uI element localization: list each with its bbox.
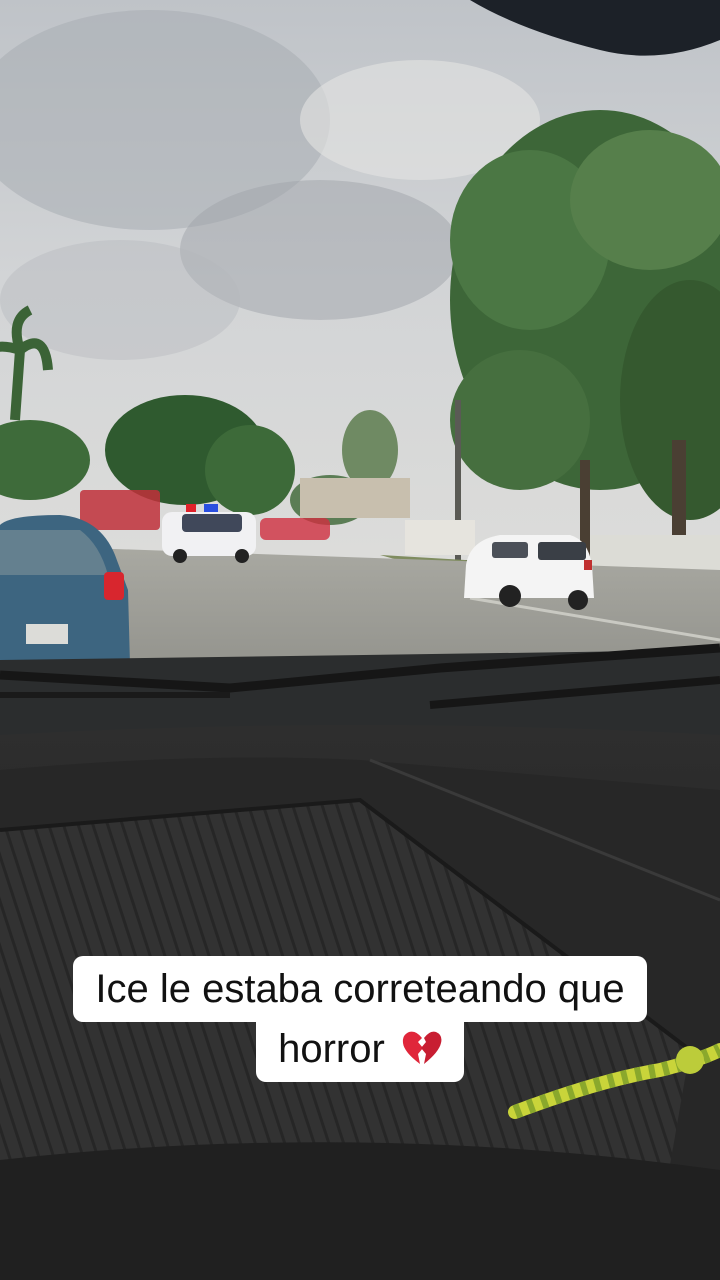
caption-line-2: horror xyxy=(256,1019,464,1082)
video-caption: Ice le estaba correteando que horror xyxy=(0,956,720,1082)
video-frame-scene xyxy=(0,0,720,1280)
caption-line-1: Ice le estaba correteando que xyxy=(73,956,647,1022)
broken-heart-icon xyxy=(402,1027,442,1064)
police-car xyxy=(162,504,256,563)
caption-text-1: Ice le estaba correteando que xyxy=(95,967,625,1011)
caption-text-2: horror xyxy=(278,1027,385,1071)
